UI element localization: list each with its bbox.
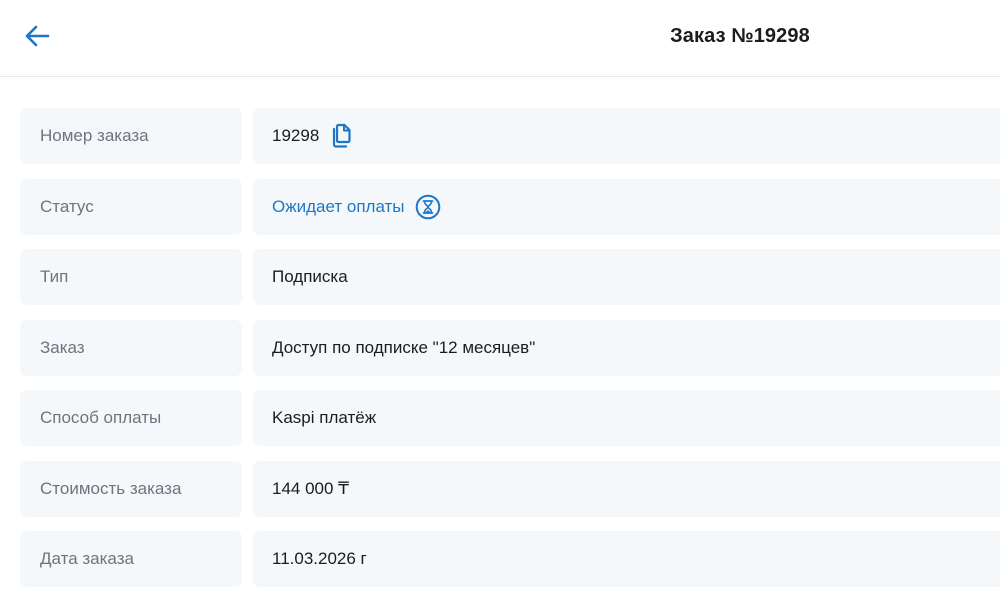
order-value: Доступ по подписке "12 месяцев" bbox=[272, 337, 536, 357]
hourglass-icon bbox=[415, 194, 440, 219]
order-date-value: 11.03.2026 г bbox=[272, 549, 367, 568]
order-number-row: Номер заказа 19298 bbox=[20, 108, 1000, 164]
status-label: Статус bbox=[20, 178, 242, 235]
order-value-cell: Доступ по подписке "12 месяцев" bbox=[253, 319, 1000, 376]
copy-icon bbox=[333, 123, 351, 148]
order-number-value: 19298 bbox=[272, 126, 320, 145]
status-badge bbox=[415, 194, 441, 220]
order-cost-value-cell: 144 000 ₸ bbox=[253, 460, 1000, 517]
type-value-cell: Подписка bbox=[253, 249, 1000, 305]
payment-method-value-cell: Kaspi платёж bbox=[253, 390, 1000, 446]
order-label: Заказ bbox=[20, 319, 242, 376]
order-date-label: Дата заказа bbox=[20, 531, 242, 587]
back-button[interactable] bbox=[18, 17, 56, 55]
payment-method-row: Способ оплаты Kaspi платёж bbox=[20, 390, 1000, 446]
order-number-label: Номер заказа bbox=[20, 108, 242, 164]
payment-method-value: Kaspi платёж bbox=[272, 408, 377, 427]
order-date-row: Дата заказа 11.03.2026 г bbox=[20, 531, 1000, 587]
arrow-left-icon bbox=[25, 25, 50, 47]
page-title: Заказ №19298 bbox=[670, 24, 810, 47]
status-value-cell: Ожидает оплаты bbox=[253, 178, 1000, 235]
status-row: Статус Ожидает оплаты bbox=[20, 178, 1000, 235]
header: Заказ №19298 bbox=[0, 0, 1000, 77]
type-label: Тип bbox=[20, 249, 242, 305]
status-value: Ожидает оплаты bbox=[272, 196, 405, 216]
order-cost-row: Стоимость заказа 144 000 ₸ bbox=[20, 460, 1000, 517]
order-number-value-cell: 19298 bbox=[253, 108, 1000, 164]
order-cost-label: Стоимость заказа bbox=[20, 460, 242, 517]
copy-button[interactable] bbox=[329, 123, 353, 149]
type-value: Подписка bbox=[272, 267, 348, 286]
order-details: Номер заказа 19298 Статус Ожидает оплаты bbox=[20, 108, 1000, 602]
type-row: Тип Подписка bbox=[20, 249, 1000, 305]
order-cost-value: 144 000 ₸ bbox=[272, 478, 349, 498]
order-date-value-cell: 11.03.2026 г bbox=[253, 531, 1000, 587]
payment-method-label: Способ оплаты bbox=[20, 390, 242, 446]
order-row: Заказ Доступ по подписке "12 месяцев" bbox=[20, 319, 1000, 376]
